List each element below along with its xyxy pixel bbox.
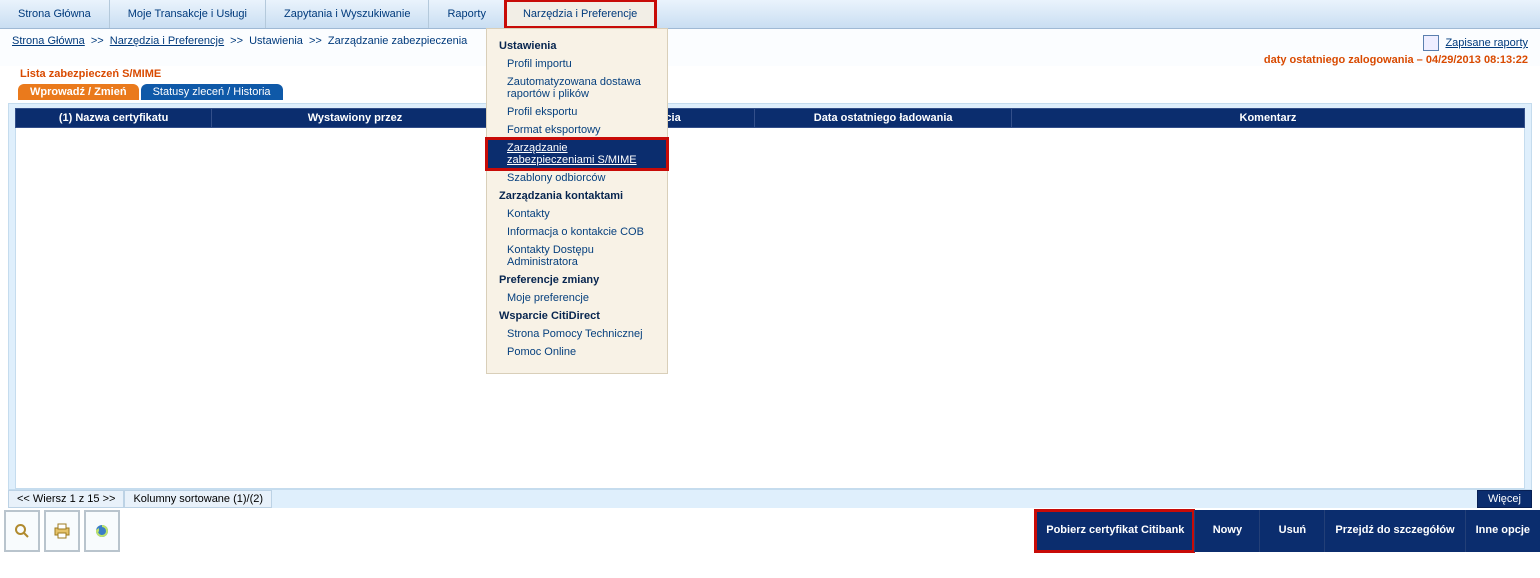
search-icon[interactable] (4, 510, 40, 552)
header-right: Zapisane raporty daty ostatniego zalogow… (1264, 35, 1528, 66)
breadcrumb-tools[interactable]: Narzędzia i Preferencje (110, 35, 224, 47)
breadcrumb: Strona Główna >> Narzędzia i Preferencje… (12, 35, 467, 47)
menu-item[interactable]: Informacja o kontakcie COB (487, 223, 667, 241)
more-button[interactable]: Więcej (1477, 490, 1532, 508)
grid-body (15, 128, 1525, 489)
btn-delete[interactable]: Usuń (1259, 510, 1324, 552)
status-row: << Wiersz 1 z 15 >> Kolumny sortowane (1… (8, 490, 1532, 508)
col-header[interactable]: Komentarz (1011, 109, 1524, 128)
menu-item[interactable]: Strona Pomocy Technicznej (487, 325, 667, 343)
nav-home[interactable]: Strona Główna (0, 0, 110, 28)
menu-item[interactable]: Kontakty Dostępu Administratora (487, 241, 667, 271)
saved-reports-icon (1423, 35, 1439, 51)
menu-item[interactable]: Moje preferencje (487, 289, 667, 307)
col-header[interactable]: Data ostatniego ładowania (755, 109, 1012, 128)
menu-heading: Wsparcie CitiDirect (487, 307, 667, 325)
menu-item[interactable]: Zautomatyzowana dostawa raportów i plikó… (487, 73, 667, 103)
breadcrumb-current: Zarządzanie zabezpieczenia (328, 35, 467, 47)
btn-more[interactable]: Inne opcje (1465, 510, 1540, 552)
col-header[interactable]: (1) Nazwa certyfikatu (16, 109, 212, 128)
menu-item[interactable]: Pomoc Online (487, 343, 667, 361)
menu-item[interactable]: Format eksportowy (487, 121, 667, 139)
last-login-text: daty ostatniego zalogowania – 04/29/2013… (1264, 54, 1528, 66)
nav-tools[interactable]: Narzędzia i Preferencje (505, 0, 656, 28)
breadcrumb-home[interactable]: Strona Główna (12, 35, 85, 47)
print-icon[interactable] (44, 510, 80, 552)
sort-indicator: Kolumny sortowane (1)/(2) (124, 490, 272, 508)
menu-item[interactable]: Zarządzanie zabezpieczeniami S/MIME (487, 139, 667, 169)
subheader: Strona Główna >> Narzędzia i Preferencje… (0, 29, 1540, 66)
row-counter[interactable]: << Wiersz 1 z 15 >> (8, 490, 124, 508)
menu-heading: Preferencje zmiany (487, 271, 667, 289)
btn-new[interactable]: Nowy (1194, 510, 1259, 552)
menu-heading: Zarządzania kontaktami (487, 187, 667, 205)
nav-transactions[interactable]: Moje Transakcje i Usługi (110, 0, 266, 28)
saved-reports-link[interactable]: Zapisane raporty (1445, 37, 1528, 49)
col-header[interactable]: Wystawiony przez (212, 109, 499, 128)
btn-details[interactable]: Przejdź do szczegółów (1324, 510, 1464, 552)
refresh-icon[interactable] (84, 510, 120, 552)
btn-download-cert[interactable]: Pobierz certyfikat Citibank (1035, 510, 1194, 552)
menu-heading: Ustawienia (487, 37, 667, 55)
menu-item[interactable]: Szablony odbiorców (487, 169, 667, 187)
breadcrumb-settings: Ustawienia (249, 35, 303, 47)
nav-queries[interactable]: Zapytania i Wyszukiwanie (266, 0, 429, 28)
bottom-toolbar: Pobierz certyfikat CitibankNowyUsuńPrzej… (4, 510, 1540, 552)
tab-edit[interactable]: Wprowadź / Zmień (18, 84, 139, 100)
page-title: Lista zabezpieczeń S/MIME (0, 66, 1540, 84)
tab-history[interactable]: Statusy zleceń / Historia (141, 84, 283, 100)
tabs: Wprowadź / ZmieńStatusy zleceń / Histori… (0, 84, 1540, 100)
nav-reports[interactable]: Raporty (429, 0, 505, 28)
menu-item[interactable]: Profil importu (487, 55, 667, 73)
top-nav: Strona GłównaMoje Transakcje i UsługiZap… (0, 0, 1540, 29)
grid-container: (1) Nazwa certyfikatuWystawiony przez(2)… (8, 103, 1532, 490)
tools-dropdown-menu: UstawieniaProfil importuZautomatyzowana … (486, 28, 668, 374)
menu-item[interactable]: Kontakty (487, 205, 667, 223)
horizontal-scrollbar[interactable] (20, 470, 1520, 486)
menu-item[interactable]: Profil eksportu (487, 103, 667, 121)
grid-header: (1) Nazwa certyfikatuWystawiony przez(2)… (15, 108, 1525, 128)
